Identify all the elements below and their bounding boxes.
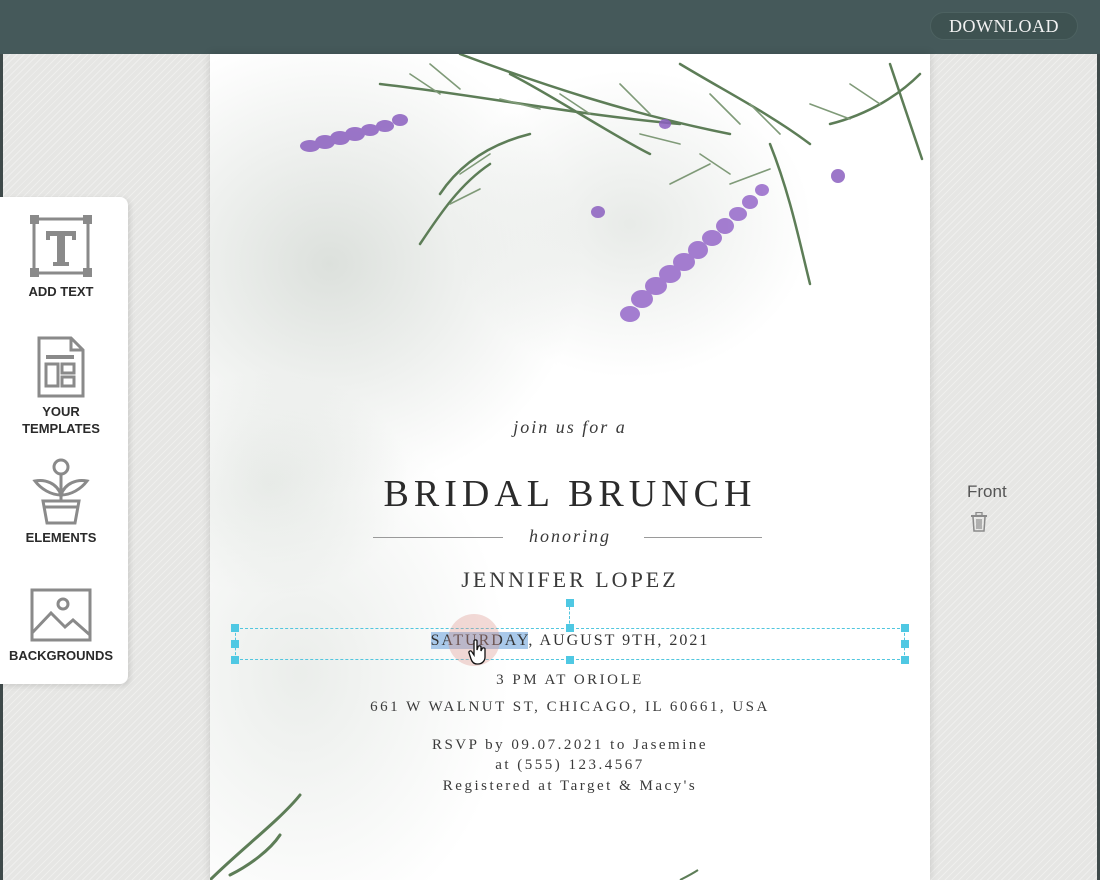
invitation-card[interactable]: join us for a BRIDAL BRUNCH honoring JEN… (210, 54, 930, 880)
resize-handle-bottom-middle[interactable] (566, 656, 574, 664)
image-icon (30, 588, 92, 642)
divider-right (644, 537, 762, 538)
backgrounds-label: BACKGROUNDS (9, 648, 113, 663)
rotate-handle[interactable] (566, 599, 574, 607)
your-templates-label: YOUR TEMPLATES (0, 403, 122, 437)
resize-handle-bottom-left[interactable] (231, 656, 239, 664)
rsvp-line-2[interactable]: at (555) 123.4567 (210, 757, 930, 774)
resize-handle-bottom-right[interactable] (901, 656, 909, 664)
rsvp-line-3[interactable]: Registered at Target & Macy's (210, 778, 930, 795)
your-templates-label-line2: TEMPLATES (22, 421, 100, 436)
backgrounds-tool[interactable]: BACKGROUNDS (0, 587, 122, 664)
add-text-tool[interactable]: ADD TEXT (0, 215, 122, 300)
elements-tool[interactable]: ELEMENTS (0, 457, 122, 546)
invite-intro-text[interactable]: join us for a (210, 417, 930, 438)
event-time-text[interactable]: 3 PM AT ORIOLE (210, 672, 930, 689)
event-date-text[interactable]: SATURDAY, AUGUST 9TH, 2021 (210, 632, 930, 650)
template-icon (37, 336, 85, 398)
elements-label: ELEMENTS (25, 530, 97, 545)
honoring-text[interactable]: honoring (210, 526, 930, 547)
top-bar: DOWNLOAD (0, 0, 1100, 54)
text-icon (30, 215, 92, 277)
event-title-text[interactable]: BRIDAL BRUNCH (210, 472, 930, 516)
honoree-text[interactable]: JENNIFER LOPEZ (210, 567, 930, 593)
lavender-illustration (300, 54, 924, 322)
side-toolbar: ADD TEXT YOUR TEMPLATES ELEMENTS BACKGRO… (0, 197, 128, 684)
trash-icon[interactable] (970, 512, 988, 532)
plant-icon (32, 458, 90, 525)
resize-handle-top-right[interactable] (901, 624, 909, 632)
resize-handle-top-left[interactable] (231, 624, 239, 632)
leaf-illustration-bottom (210, 793, 699, 880)
page-side-label[interactable]: Front (967, 482, 1007, 502)
your-templates-tool[interactable]: YOUR TEMPLATES (0, 335, 122, 437)
add-text-label: ADD TEXT (28, 284, 94, 299)
hand-cursor-icon (468, 639, 486, 665)
event-date-rest: , AUGUST 9TH, 2021 (528, 632, 710, 649)
resize-handle-top-middle[interactable] (566, 624, 574, 632)
event-address-text[interactable]: 661 W WALNUT ST, CHICAGO, IL 60661, USA (210, 699, 930, 716)
download-button[interactable]: DOWNLOAD (930, 12, 1078, 40)
rsvp-line-1[interactable]: RSVP by 09.07.2021 to Jasemine (210, 737, 930, 754)
your-templates-label-line1: YOUR (42, 404, 80, 419)
